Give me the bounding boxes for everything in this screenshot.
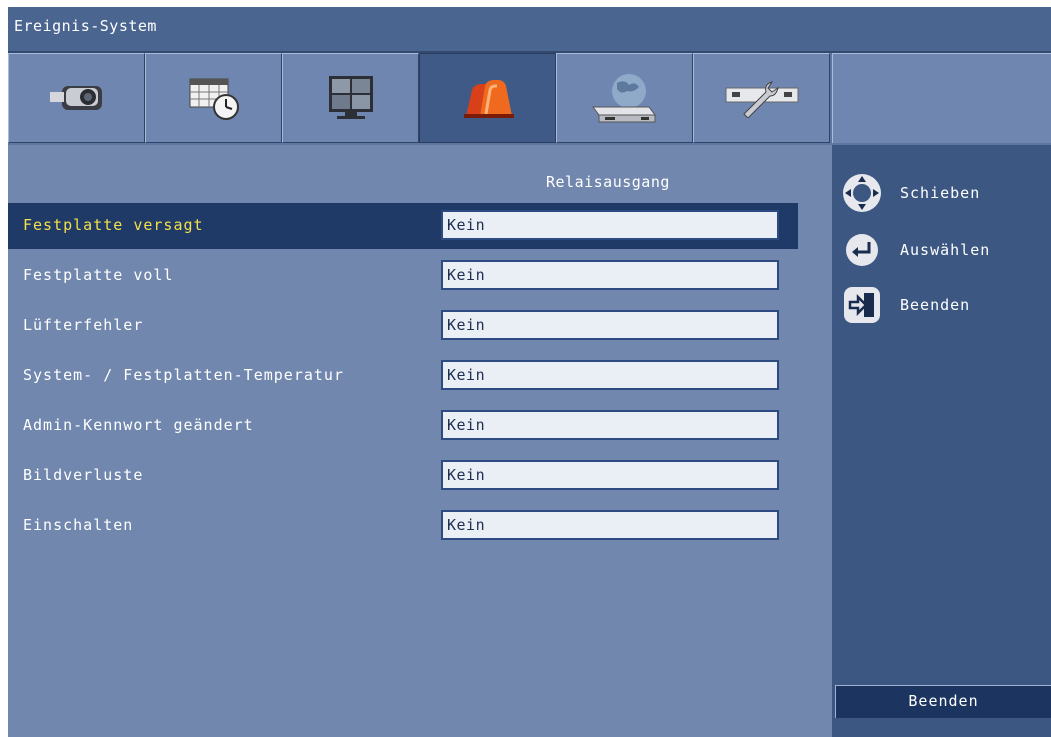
list-item[interactable]: System- / Festplatten-Temperatur Kein (8, 353, 798, 399)
row-label: Admin-Kennwort geändert (23, 416, 254, 434)
exit-icon (844, 287, 880, 323)
list-item[interactable]: Einschalten Kein (8, 503, 798, 549)
network-icon (591, 74, 656, 123)
tab-bar-spacer (832, 53, 1051, 143)
hint-select: Auswählen (842, 230, 1047, 272)
hint-label: Beenden (900, 296, 971, 314)
row-label: Bildverluste (23, 466, 144, 484)
row-label: Festplatte voll (23, 266, 174, 284)
relay-output-field[interactable]: Kein (441, 210, 779, 240)
exit-button[interactable]: Beenden (835, 685, 1051, 718)
list-item[interactable]: Admin-Kennwort geändert Kein (8, 403, 798, 449)
list-item[interactable]: Festplatte versagt Kein (8, 203, 798, 249)
hint-exit: Beenden (842, 285, 1047, 327)
hint-navigate: Schieben (842, 173, 1047, 215)
title-bar: Ereignis-System (8, 7, 1051, 53)
enter-icon (846, 234, 878, 266)
row-label: Lüfterfehler (23, 316, 144, 334)
tab-camera[interactable] (8, 53, 145, 143)
tab-alarm[interactable] (419, 53, 556, 143)
tools-icon (725, 81, 798, 118)
tab-monitor[interactable] (282, 53, 419, 143)
app-window: Ereignis-System Relaisausgang Festplatte… (8, 7, 1051, 737)
navigation-pad-icon (843, 174, 881, 212)
camera-icon (49, 86, 102, 110)
list-item[interactable]: Lüfterfehler Kein (8, 303, 798, 349)
column-header: Relaisausgang (546, 173, 670, 191)
row-label: Einschalten (23, 516, 134, 534)
tab-schedule[interactable] (145, 53, 282, 143)
tab-tools[interactable] (693, 53, 830, 143)
relay-output-field[interactable]: Kein (441, 510, 779, 540)
schedule-icon (189, 78, 239, 120)
list-item[interactable]: Festplatte voll Kein (8, 253, 798, 299)
relay-output-field[interactable]: Kein (441, 360, 779, 390)
monitor-icon (328, 76, 373, 119)
settings-panel: Relaisausgang Festplatte versagt Kein Fe… (8, 145, 832, 737)
tab-network[interactable] (556, 53, 693, 143)
relay-output-field[interactable]: Kein (441, 260, 779, 290)
row-label: Festplatte versagt (23, 216, 204, 234)
hint-label: Auswählen (900, 241, 991, 259)
hint-label: Schieben (900, 184, 981, 202)
list-item[interactable]: Bildverluste Kein (8, 453, 798, 499)
relay-output-field[interactable]: Kein (441, 410, 779, 440)
relay-output-field[interactable]: Kein (441, 310, 779, 340)
help-sidebar: Schieben Auswählen Beenden Beenden (832, 145, 1051, 737)
row-label: System- / Festplatten-Temperatur (23, 366, 344, 384)
relay-output-field[interactable]: Kein (441, 460, 779, 490)
alarm-icon (463, 80, 514, 118)
window-title: Ereignis-System (14, 17, 157, 35)
tab-bar (8, 53, 1051, 145)
